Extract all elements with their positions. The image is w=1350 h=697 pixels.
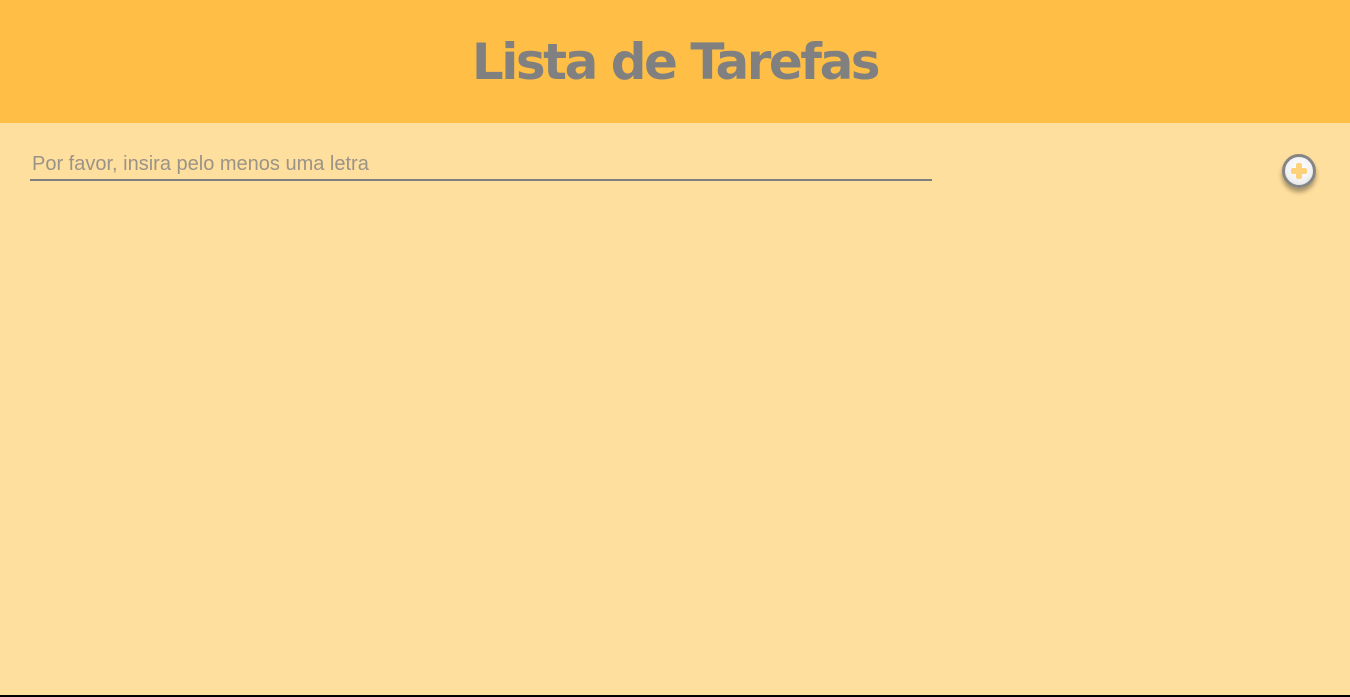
page-title: Lista de Tarefas [471,32,881,91]
task-input[interactable] [30,150,932,181]
add-task-button[interactable] [1282,154,1316,188]
plus-icon [1290,162,1308,180]
app-header: Lista de Tarefas [0,0,1350,123]
todo-app: Lista de Tarefas [0,0,1350,695]
